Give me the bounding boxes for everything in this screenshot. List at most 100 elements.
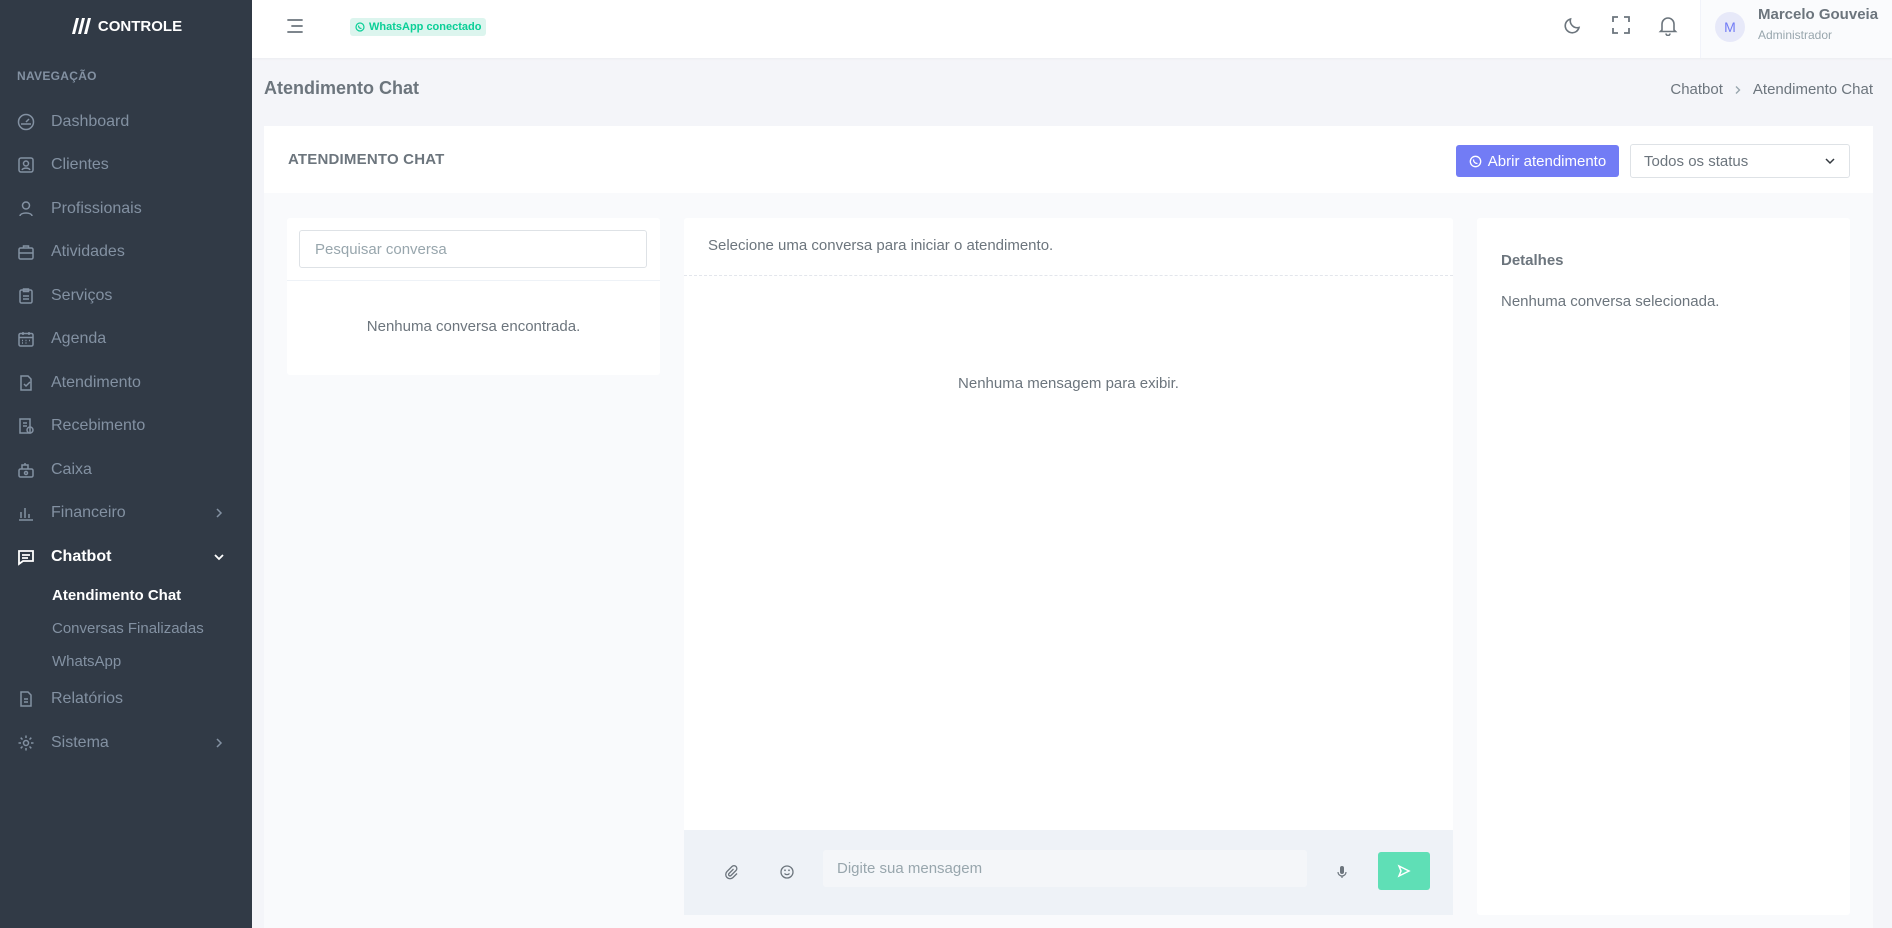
attach-button[interactable] — [723, 864, 739, 880]
sidebar-subitem-atendimento-chat[interactable]: Atendimento Chat — [0, 579, 252, 612]
search-input[interactable]: Pesquisar conversa — [299, 230, 647, 268]
sidebar-item-servicos[interactable]: Serviços — [0, 274, 252, 318]
dashboard-icon — [17, 113, 35, 131]
breadcrumb: Chatbot Atendimento Chat — [1670, 81, 1873, 98]
message-composer: Digite sua mensagem — [684, 830, 1453, 915]
emoji-button[interactable] — [779, 864, 795, 880]
paperclip-icon — [725, 865, 738, 880]
sidebar-item-label: Relatórios — [51, 690, 124, 708]
sidebar-item-chatbot[interactable]: Chatbot — [0, 535, 252, 579]
sidebar-item-label: Serviços — [51, 286, 113, 304]
sidebar-item-profissionais[interactable]: Profissionais — [0, 187, 252, 231]
brand-mark-icon — [71, 18, 91, 34]
user-menu[interactable]: M Marcelo Gouveia Administrador — [1700, 0, 1892, 58]
brand-name: CONTROLE — [97, 17, 183, 35]
sidebar-item-sistema[interactable]: Sistema — [0, 721, 252, 765]
sidebar-item-label: Chatbot — [51, 547, 112, 565]
moon-icon — [1564, 17, 1581, 34]
open-attendance-button[interactable]: Abrir atendimento — [1456, 145, 1619, 177]
divider — [684, 275, 1453, 276]
menu-toggle-button[interactable] — [282, 15, 308, 37]
sidebar-item-label: Financeiro — [51, 504, 126, 522]
voice-record-button[interactable] — [1334, 864, 1350, 880]
message-input[interactable]: Digite sua mensagem — [823, 850, 1307, 887]
document-icon — [17, 374, 35, 392]
calendar-icon — [17, 330, 35, 348]
microphone-icon — [1337, 866, 1347, 878]
chevron-right-icon — [213, 507, 225, 519]
sidebar-item-label: Dashboard — [51, 112, 130, 130]
breadcrumb-item-current: Atendimento Chat — [1752, 81, 1873, 98]
clients-icon — [17, 156, 35, 174]
sidebar-item-caixa[interactable]: Caixa — [0, 448, 252, 492]
user-role: Administrador — [1758, 28, 1833, 42]
card-header: ATENDIMENTO CHAT Abrir atendimento Todos… — [264, 126, 1873, 193]
sidebar-item-label: Recebimento — [51, 417, 146, 435]
chevron-right-icon — [213, 737, 225, 749]
whatsapp-status-text: WhatsApp conectado — [369, 21, 482, 33]
sidebar-item-recebimento[interactable]: Recebimento — [0, 405, 252, 449]
chat-header-hint: Selecione uma conversa para iniciar o at… — [708, 237, 1054, 254]
sidebar-item-label: Caixa — [51, 460, 92, 478]
sidebar-item-agenda[interactable]: Agenda — [0, 318, 252, 362]
sidebar-item-atividades[interactable]: Atividades — [0, 231, 252, 275]
cash-register-icon — [17, 461, 35, 479]
professionals-icon — [17, 200, 35, 218]
user-name: Marcelo Gouveia — [1758, 6, 1879, 23]
gear-icon — [17, 734, 35, 752]
report-icon — [17, 690, 35, 708]
send-button[interactable] — [1378, 852, 1430, 890]
status-filter-value: Todos os status — [1644, 152, 1749, 170]
theme-toggle-button[interactable] — [1562, 14, 1584, 36]
sidebar-item-label: Sistema — [51, 733, 109, 751]
topbar: WhatsApp conectado M Marcelo Gouveia Adm… — [252, 0, 1892, 58]
bar-chart-icon — [17, 504, 35, 522]
receipt-icon — [17, 417, 35, 435]
open-attendance-label: Abrir atendimento — [1487, 152, 1607, 170]
card-title: ATENDIMENTO CHAT — [288, 151, 445, 168]
sidebar-item-dashboard[interactable]: Dashboard — [0, 100, 252, 144]
chevron-down-icon — [1825, 158, 1835, 165]
sidebar-item-clientes[interactable]: Clientes — [0, 144, 252, 188]
sidebar-item-financeiro[interactable]: Financeiro — [0, 492, 252, 536]
fullscreen-button[interactable] — [1610, 14, 1632, 36]
notifications-button[interactable] — [1657, 14, 1679, 36]
nav-section-title: NAVEGAÇÃO — [17, 69, 97, 83]
clipboard-icon — [17, 287, 35, 305]
smiley-icon — [780, 865, 794, 879]
details-title: Detalhes — [1501, 252, 1564, 269]
whatsapp-icon — [1469, 155, 1482, 167]
page-title: Atendimento Chat — [264, 78, 419, 98]
sidebar-item-label: Atendimento — [51, 373, 141, 391]
breadcrumb-item[interactable]: Chatbot — [1670, 81, 1723, 98]
sidebar-item-label: Atividades — [51, 243, 125, 261]
chevron-right-icon — [1733, 85, 1743, 95]
sidebar: CONTROLE NAVEGAÇÃO Dashboard Clientes Pr… — [0, 0, 252, 928]
whatsapp-icon — [355, 22, 365, 32]
message-placeholder: Digite sua mensagem — [837, 860, 983, 877]
hamburger-icon — [287, 19, 303, 33]
conversation-list-panel: Pesquisar conversa Nenhuma conversa enco… — [287, 218, 660, 375]
status-filter-select[interactable]: Todos os status — [1630, 144, 1850, 178]
send-icon — [1397, 864, 1411, 878]
sidebar-item-label: Profissionais — [51, 199, 142, 217]
avatar: M — [1715, 12, 1745, 42]
empty-conversations-text: Nenhuma conversa encontrada. — [366, 318, 581, 335]
divider — [287, 280, 660, 281]
brand-logo[interactable]: CONTROLE — [0, 0, 252, 52]
search-placeholder: Pesquisar conversa — [315, 240, 447, 258]
bell-icon — [1658, 17, 1678, 36]
details-empty-text: Nenhuma conversa selecionada. — [1501, 293, 1720, 310]
fullscreen-icon — [1612, 16, 1630, 34]
sidebar-subitem-conversas-finalizadas[interactable]: Conversas Finalizadas — [0, 612, 252, 645]
chat-icon — [17, 548, 35, 566]
sidebar-item-atendimento[interactable]: Atendimento — [0, 361, 252, 405]
sidebar-item-relatorios[interactable]: Relatórios — [0, 678, 252, 722]
empty-messages-text: Nenhuma mensagem para exibir. — [958, 375, 1179, 392]
chat-panel: Selecione uma conversa para iniciar o at… — [684, 218, 1453, 915]
sidebar-subitem-whatsapp[interactable]: WhatsApp — [0, 645, 252, 678]
sidebar-item-label: Clientes — [51, 156, 109, 174]
details-panel: Detalhes Nenhuma conversa selecionada. — [1477, 218, 1850, 915]
whatsapp-status-badge: WhatsApp conectado — [350, 18, 487, 36]
briefcase-icon — [17, 243, 35, 261]
